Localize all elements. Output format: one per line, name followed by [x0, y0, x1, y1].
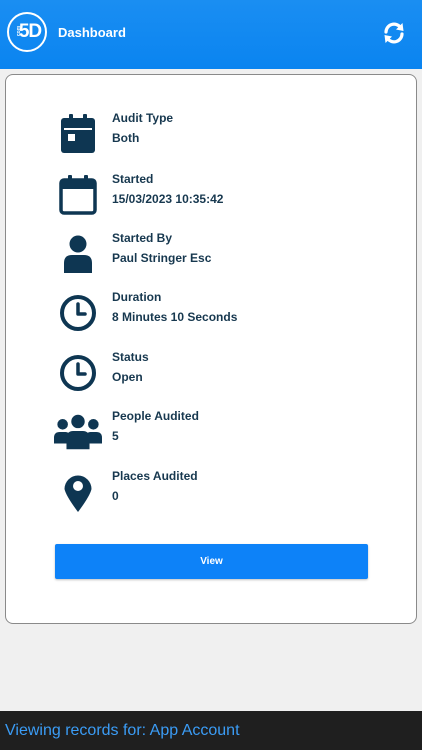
- app-logo: com 5D: [7, 12, 47, 52]
- logo-text: 5D: [18, 21, 42, 42]
- location-pin-icon: [64, 475, 92, 512]
- detail-value: 0: [112, 489, 119, 503]
- detail-row-status: Status Open: [54, 350, 374, 396]
- detail-label: Audit Type: [112, 111, 174, 125]
- detail-row-duration: Duration 8 Minutes 10 Seconds: [54, 290, 374, 336]
- detail-value: 8 Minutes 10 Seconds: [112, 310, 238, 324]
- detail-value: 5: [112, 429, 119, 443]
- detail-value: Paul Stringer Esc: [112, 251, 212, 265]
- view-button[interactable]: View: [55, 544, 368, 579]
- logo-small-text: com: [16, 25, 23, 37]
- app-header: com 5D Dashboard: [0, 0, 422, 69]
- page-title: Dashboard: [58, 25, 126, 40]
- detail-value: 15/03/2023 10:35:42: [112, 192, 224, 206]
- detail-label: Places Audited: [112, 469, 198, 483]
- refresh-icon: [384, 22, 404, 44]
- detail-label: Started By: [112, 231, 173, 245]
- account-footer: Viewing records for: App Account: [0, 711, 422, 750]
- account-status-text: Viewing records for: App Account: [5, 721, 240, 739]
- calendar-icon: [59, 175, 97, 215]
- detail-row-started-by: Started By Paul Stringer Esc: [54, 231, 374, 277]
- people-icon: [54, 414, 102, 450]
- refresh-button[interactable]: [379, 18, 409, 48]
- detail-row-places-audited: Places Audited 0: [54, 469, 374, 515]
- clock-icon: [60, 355, 96, 391]
- detail-row-started: Started 15/03/2023 10:35:42: [54, 172, 374, 218]
- audit-details-card: Audit Type Both Started 15/03/2023 10:35…: [5, 74, 417, 624]
- detail-label: Duration: [112, 290, 162, 304]
- detail-value: Both: [112, 131, 140, 145]
- person-icon: [64, 235, 92, 273]
- clock-icon: [60, 295, 96, 331]
- detail-row-audit-type: Audit Type Both: [54, 111, 374, 157]
- detail-row-people-audited: People Audited 5: [54, 409, 374, 455]
- detail-label: Started: [112, 172, 154, 186]
- detail-label: People Audited: [112, 409, 199, 423]
- calendar-event-icon: [61, 114, 95, 153]
- detail-value: Open: [112, 370, 143, 384]
- detail-label: Status: [112, 350, 149, 364]
